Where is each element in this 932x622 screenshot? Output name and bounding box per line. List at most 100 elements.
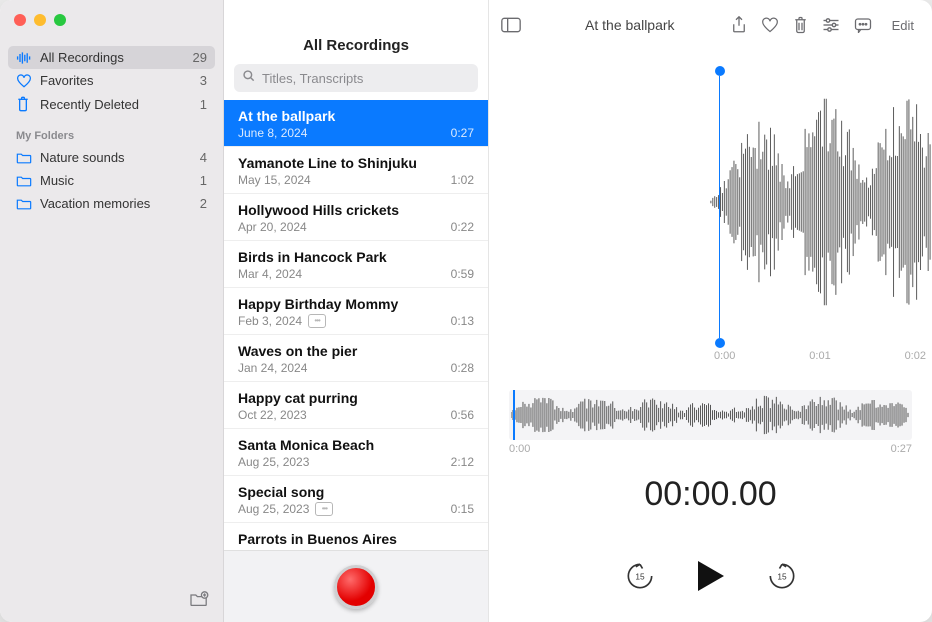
recording-date: Oct 22, 2023 <box>238 408 307 422</box>
edit-button[interactable]: Edit <box>886 16 920 35</box>
axis-tick: 0:00 <box>714 350 735 362</box>
recording-date: Feb 3, 2024 <box>238 314 302 328</box>
folder-icon <box>16 197 32 210</box>
recordings-column: All Recordings At the ballpark June 8, 2… <box>224 0 489 622</box>
transcript-button[interactable] <box>854 17 872 33</box>
sidebar-folder-vacation-memories[interactable]: Vacation memories 2 <box>8 192 215 215</box>
recording-date: Mar 4, 2024 <box>238 267 302 281</box>
recording-item[interactable]: Happy Birthday Mommy Feb 3, 2024 0:13 <box>224 288 488 335</box>
transcript-icon <box>308 314 326 328</box>
recording-title: Birds in Hancock Park <box>238 249 474 265</box>
delete-button[interactable] <box>793 16 808 34</box>
heart-icon <box>16 74 32 88</box>
recording-title: At the ballpark <box>529 17 731 33</box>
close-window-button[interactable] <box>14 14 26 26</box>
sidebar-folder-nature-sounds[interactable]: Nature sounds 4 <box>8 146 215 169</box>
recording-title: Special song <box>238 484 474 500</box>
waveform-overview[interactable] <box>509 390 912 440</box>
sidebar-item-favorites[interactable]: Favorites 3 <box>8 69 215 92</box>
trash-icon <box>16 96 32 112</box>
play-button[interactable] <box>695 559 727 598</box>
sidebar-item-label: All Recordings <box>40 50 185 65</box>
sidebar-item-recently-deleted[interactable]: Recently Deleted 1 <box>8 92 215 116</box>
recording-duration: 0:56 <box>451 408 474 422</box>
recording-date: Apr 20, 2024 <box>238 220 307 234</box>
toggle-sidebar-button[interactable] <box>501 17 521 33</box>
recording-title: Happy cat purring <box>238 390 474 406</box>
detail-pane: At the ballpark Edit <box>489 0 932 622</box>
overview-start-time: 0:00 <box>509 443 530 455</box>
recording-item[interactable]: Happy cat purring Oct 22, 2023 0:56 <box>224 382 488 429</box>
recording-date: Jan 24, 2024 <box>238 361 307 375</box>
sidebar-item-count: 29 <box>193 50 207 65</box>
recording-item[interactable]: Santa Monica Beach Aug 25, 20232:12 <box>224 429 488 476</box>
minimize-window-button[interactable] <box>34 14 46 26</box>
search-icon <box>242 69 256 88</box>
recording-duration: 0:13 <box>451 314 474 328</box>
recording-title: Waves on the pier <box>238 343 474 359</box>
favorite-button[interactable] <box>761 17 779 33</box>
folder-icon <box>16 174 32 187</box>
recording-item[interactable]: Yamanote Line to Shinjuku May 15, 20241:… <box>224 147 488 194</box>
playhead[interactable] <box>513 390 515 440</box>
recording-duration: 0:15 <box>451 502 474 516</box>
fullscreen-window-button[interactable] <box>54 14 66 26</box>
share-button[interactable] <box>731 16 747 34</box>
waveform-icon <box>16 51 32 65</box>
playback-controls: 15 15 <box>489 559 932 598</box>
recording-item[interactable]: At the ballpark June 8, 2024 0:27 <box>224 100 488 147</box>
sidebar-item-label: Nature sounds <box>40 150 192 165</box>
recording-item[interactable]: Special song Aug 25, 2023 0:15 <box>224 476 488 523</box>
recording-title: Santa Monica Beach <box>238 437 474 453</box>
sidebar-item-all-recordings[interactable]: All Recordings 29 <box>8 46 215 69</box>
sidebar-item-label: Vacation memories <box>40 196 192 211</box>
overview-end-time: 0:27 <box>891 443 912 455</box>
recording-duration: 1:02 <box>451 173 474 187</box>
recording-title: At the ballpark <box>238 108 474 124</box>
search-input[interactable] <box>262 71 470 86</box>
record-bar <box>224 550 488 622</box>
transcript-icon <box>315 502 333 516</box>
axis-tick: 0:02 <box>905 350 926 362</box>
toolbar: At the ballpark Edit <box>489 0 932 50</box>
recordings-header: All Recordings <box>224 0 488 64</box>
folder-icon <box>16 151 32 164</box>
sidebar-item-label: Music <box>40 173 192 188</box>
sidebar-item-count: 4 <box>200 150 207 165</box>
waveform-area: 0:00 0:01 0:02 0:00 0:27 00:00.00 15 <box>489 50 932 622</box>
recording-duration: 0:28 <box>451 361 474 375</box>
recording-item[interactable]: Waves on the pier Jan 24, 2024 0:28 <box>224 335 488 382</box>
axis-tick: 0:01 <box>809 350 830 362</box>
recording-date: Aug 25, 2023 <box>238 455 309 469</box>
recording-title: Yamanote Line to Shinjuku <box>238 155 474 171</box>
sidebar-item-count: 3 <box>200 73 207 88</box>
sidebar-folder-music[interactable]: Music 1 <box>8 169 215 192</box>
waveform-time-axis: 0:00 0:01 0:02 <box>714 350 926 362</box>
recording-duration: 0:27 <box>451 126 474 140</box>
sidebar-item-count: 1 <box>200 173 207 188</box>
recording-item[interactable]: Parrots in Buenos Aires <box>224 523 488 550</box>
recording-title: Hollywood Hills crickets <box>238 202 474 218</box>
waveform-large[interactable] <box>509 62 932 342</box>
sidebar-item-count: 1 <box>200 97 207 112</box>
recording-item[interactable]: Birds in Hancock Park Mar 4, 2024 0:59 <box>224 241 488 288</box>
skip-back-button[interactable]: 15 <box>625 561 655 596</box>
voice-memos-window: All Recordings 29 Favorites 3 Recently D… <box>0 0 932 622</box>
record-button[interactable] <box>334 565 378 609</box>
playback-timer: 00:00.00 <box>489 475 932 514</box>
skip-forward-button[interactable]: 15 <box>767 561 797 596</box>
settings-button[interactable] <box>822 17 840 33</box>
new-folder-button[interactable] <box>189 594 209 611</box>
my-folders-heading: My Folders <box>0 116 223 146</box>
trim-handle-bottom[interactable] <box>715 338 725 348</box>
recording-item[interactable]: Hollywood Hills crickets Apr 20, 20240:2… <box>224 194 488 241</box>
search-field[interactable] <box>234 64 478 92</box>
recording-title: Parrots in Buenos Aires <box>238 531 474 547</box>
recordings-list: At the ballpark June 8, 2024 0:27 Yamanote… <box>224 100 488 550</box>
recording-date: Aug 25, 2023 <box>238 502 309 516</box>
recording-duration: 0:59 <box>451 267 474 281</box>
svg-text:15: 15 <box>777 571 787 581</box>
recording-date: June 8, 2024 <box>238 126 307 140</box>
trim-handle-top[interactable] <box>715 66 725 76</box>
recording-title: Happy Birthday Mommy <box>238 296 474 312</box>
